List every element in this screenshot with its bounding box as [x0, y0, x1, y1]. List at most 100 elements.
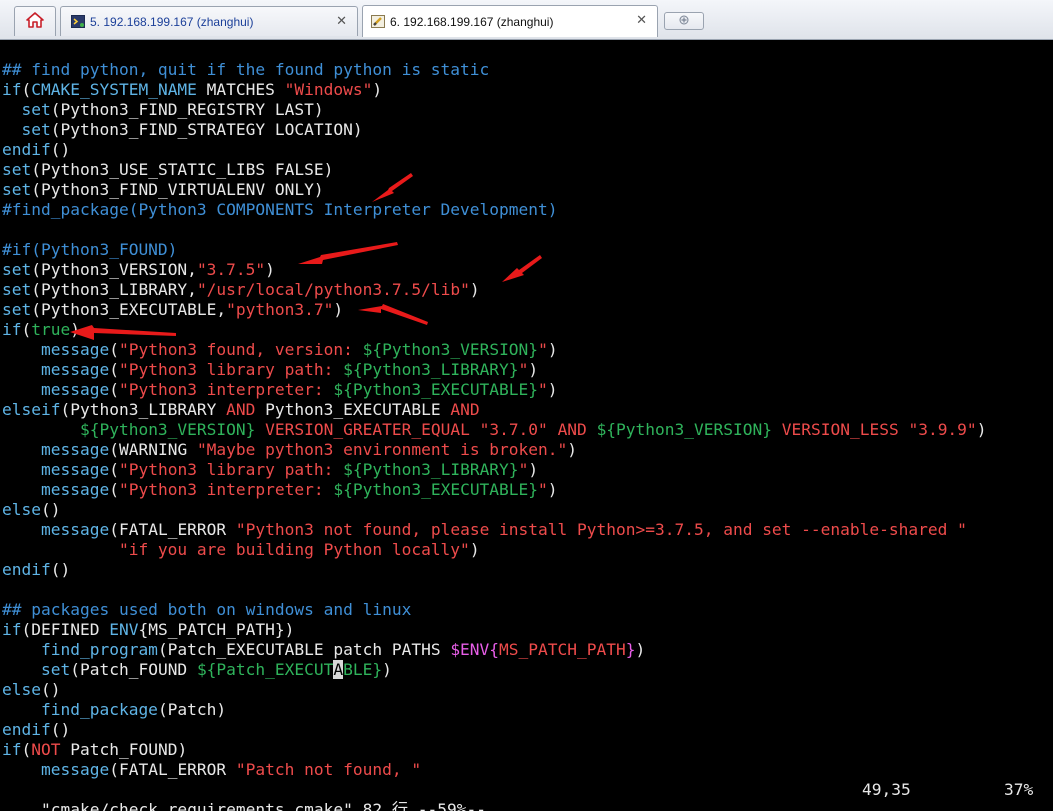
status-file-info: "cmake/check_requirements.cmake" 82 行 --…	[40, 800, 486, 811]
text-cursor: A	[333, 660, 344, 679]
code-token: (Patch)	[157, 700, 227, 719]
code-token: "Python3 interpreter:	[118, 480, 334, 499]
code-line: set(Python3_USE_STATIC_LIBS FALSE)	[2, 160, 986, 180]
code-token: set	[2, 280, 32, 299]
code-line: "if you are building Python locally")	[2, 540, 986, 560]
code-token: else	[2, 680, 41, 699]
code-token: ()	[40, 500, 61, 519]
code-token: (Patch_EXECUTABLE patch PATHS	[157, 640, 451, 659]
code-token: ${Python3_EXECUTABLE}	[333, 380, 539, 399]
code-token: (Python3_LIBRARY	[60, 400, 227, 419]
code-line: message("Python3 interpreter: ${Python3_…	[2, 380, 986, 400]
code-line: message("Python3 library path: ${Python3…	[2, 460, 986, 480]
code-token: set	[2, 300, 32, 319]
code-token: ## packages used both on windows and lin…	[2, 600, 412, 619]
code-line: set(Python3_LIBRARY,"/usr/local/python3.…	[2, 280, 986, 300]
code-token: set	[40, 660, 71, 679]
code-line: endif()	[2, 560, 986, 580]
code-line: endif()	[2, 140, 986, 160]
code-token: #find_package(Python3 COMPONENTS Interpr…	[2, 200, 558, 219]
code-token: )	[372, 80, 383, 99]
code-token: (	[21, 80, 32, 99]
code-line: set(Python3_FIND_STRATEGY LOCATION)	[2, 120, 986, 140]
code-token: "	[518, 460, 529, 479]
code-token: message	[40, 520, 110, 539]
code-token: Patch_FOUND)	[60, 740, 188, 759]
tab-session-5[interactable]: 5. 192.168.199.167 (zhanghui) ✕	[60, 6, 358, 36]
code-token: (	[109, 480, 119, 499]
code-token: ${Python3_VERSION}	[362, 340, 539, 359]
code-token: ()	[50, 720, 71, 739]
code-line: if(DEFINED ENV{MS_PATCH_PATH})	[2, 620, 986, 640]
code-token: (Python3_FIND_VIRTUALENV ONLY)	[31, 180, 324, 199]
code-token: find_package	[40, 700, 158, 719]
code-token: "	[538, 380, 548, 399]
code-token: "/usr/local/python3.7.5/lib"	[196, 280, 470, 299]
tab-home[interactable]	[14, 6, 56, 36]
code-token: true	[31, 320, 71, 339]
code-token: }	[625, 640, 636, 659]
code-line: set(Python3_VERSION,"3.7.5")	[2, 260, 986, 280]
code-token: #if(Python3_FOUND)	[2, 240, 178, 259]
close-icon[interactable]: ✕	[336, 14, 347, 29]
code-token: message	[40, 440, 110, 459]
code-token: )	[528, 360, 539, 379]
code-token: set	[21, 120, 51, 139]
code-token: (Python3_EXECUTABLE,	[31, 300, 227, 319]
code-token: set	[2, 180, 32, 199]
code-token: ()	[50, 560, 71, 579]
code-token: "3.9.9"	[908, 420, 977, 439]
code-line: else()	[2, 500, 986, 520]
code-line: ​	[2, 220, 986, 240]
code-token: (Patch_FOUND	[70, 660, 197, 679]
code-token: (	[109, 360, 119, 379]
code-view[interactable]: ## find python, quit if the found python…	[2, 60, 986, 780]
tab-label: 6. 192.168.199.167 (zhanghui)	[390, 14, 554, 29]
code-token: VERSION_GREATER_EQUAL	[265, 420, 470, 439]
code-token: "Python3 interpreter:	[118, 380, 334, 399]
code-token: ()	[40, 680, 61, 699]
terminal-icon	[71, 15, 85, 28]
code-line: message(WARNING "Maybe python3 environme…	[2, 440, 986, 460]
code-token: ()	[50, 140, 71, 159]
new-tab-button[interactable]	[664, 12, 704, 30]
code-token: "Maybe python3 environment is broken."	[196, 440, 568, 459]
code-token: (	[21, 320, 32, 339]
code-token: ENV	[109, 620, 139, 639]
code-token: if	[2, 80, 22, 99]
code-token: "3.7.5"	[196, 260, 266, 279]
code-token: endif	[2, 720, 51, 739]
cursor-position: 49,35	[862, 780, 911, 799]
terminal-window[interactable]: ## find python, quit if the found python…	[0, 40, 1053, 811]
code-token: ${Python3_VERSION}	[79, 420, 256, 439]
code-token: AND	[450, 400, 480, 419]
code-token: )	[528, 460, 539, 479]
code-token: (Python3_VERSION,	[31, 260, 197, 279]
code-token: message	[40, 340, 110, 359]
code-token: MS_PATCH_PATH	[499, 640, 626, 659]
close-icon[interactable]: ✕	[636, 13, 647, 28]
code-token: )	[635, 640, 646, 659]
code-line: ## packages used both on windows and lin…	[2, 600, 986, 620]
code-line: if(true)	[2, 320, 986, 340]
code-token: )	[547, 380, 558, 399]
code-token: NOT	[31, 740, 61, 759]
code-token: ## find python, quit if the found python…	[2, 60, 490, 79]
code-token: ${Patch_EXECUT	[196, 660, 334, 679]
code-token: $ENV{	[450, 640, 500, 659]
code-line: #if(Python3_FOUND)	[2, 240, 986, 260]
code-line: else()	[2, 680, 986, 700]
tab-session-6[interactable]: 6. 192.168.199.167 (zhanghui) ✕	[362, 5, 658, 37]
code-token: )	[70, 320, 80, 339]
